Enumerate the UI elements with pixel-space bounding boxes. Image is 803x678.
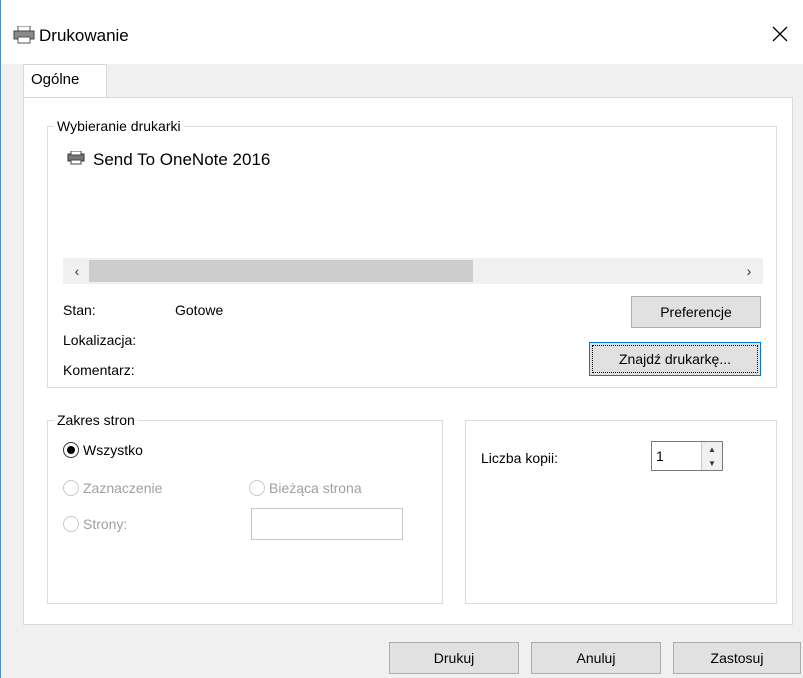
status-value: Gotowe [175, 302, 224, 318]
copies-value: 1 [656, 448, 664, 464]
print-button-label: Drukuj [433, 650, 475, 666]
printer-icon [13, 25, 35, 48]
status-label: Stan: [63, 302, 96, 318]
find-printer-button[interactable]: Znajdź drukarkę... [589, 342, 761, 376]
preferences-button[interactable]: Preferencje [631, 296, 761, 328]
radio-current-page[interactable]: Bieżąca strona [249, 480, 362, 496]
copies-stepper[interactable]: 1 ▲ ▼ [651, 441, 723, 471]
onenote-printer-icon [67, 150, 87, 170]
stepper-down-icon[interactable]: ▼ [702, 456, 722, 470]
pages-input[interactable] [251, 508, 403, 540]
copies-group [465, 420, 777, 604]
radio-selection[interactable]: Zaznaczenie [63, 480, 162, 496]
radio-pages[interactable]: Strony: [63, 516, 127, 532]
apply-button-label: Zastosuj [710, 650, 764, 666]
radio-pages-label: Strony: [83, 516, 128, 532]
tab-general[interactable]: Ogólne [23, 64, 107, 98]
close-button[interactable] [762, 16, 798, 52]
printer-selection-title: Wybieranie drukarki [54, 117, 184, 135]
cancel-button-label: Anuluj [576, 650, 616, 666]
printer-name: Send To OneNote 2016 [93, 150, 271, 169]
comment-label: Komentarz: [63, 362, 135, 378]
preferences-button-label: Preferencje [660, 304, 732, 320]
tab-general-label: Ogólne [31, 71, 80, 88]
radio-all-label: Wszystko [83, 442, 143, 458]
window-title: Drukowanie [39, 26, 129, 45]
stepper-arrows: ▲ ▼ [701, 442, 722, 470]
print-dialog: Drukowanie Ogólne Wybieranie drukarki Se… [0, 0, 803, 678]
radio-current-page-label: Bieżąca strona [269, 480, 362, 496]
radio-selection-label: Zaznaczenie [83, 480, 163, 496]
print-button[interactable]: Drukuj [389, 642, 519, 674]
location-label: Lokalizacja: [63, 332, 137, 348]
printer-list-item[interactable]: Send To OneNote 2016 [67, 150, 270, 170]
horizontal-scrollbar[interactable]: ‹ › [63, 258, 763, 284]
page-range-title: Zakres stron [54, 411, 138, 429]
scroll-left-icon[interactable]: ‹ [65, 260, 89, 282]
find-printer-button-label: Znajdź drukarkę... [618, 351, 732, 367]
title-bar: Drukowanie [1, 0, 803, 64]
close-icon [772, 26, 788, 42]
copies-label: Liczba kopii: [481, 450, 559, 466]
radio-all-indicator [63, 442, 79, 458]
radio-current-page-indicator [249, 480, 265, 496]
radio-all[interactable]: Wszystko [63, 442, 143, 458]
cancel-button[interactable]: Anuluj [531, 642, 661, 674]
radio-pages-indicator [63, 516, 79, 532]
stepper-up-icon[interactable]: ▲ [702, 442, 722, 456]
scrollbar-thumb[interactable] [89, 260, 473, 282]
scroll-right-icon[interactable]: › [737, 260, 761, 282]
apply-button[interactable]: Zastosuj [673, 642, 801, 674]
radio-selection-indicator [63, 480, 79, 496]
